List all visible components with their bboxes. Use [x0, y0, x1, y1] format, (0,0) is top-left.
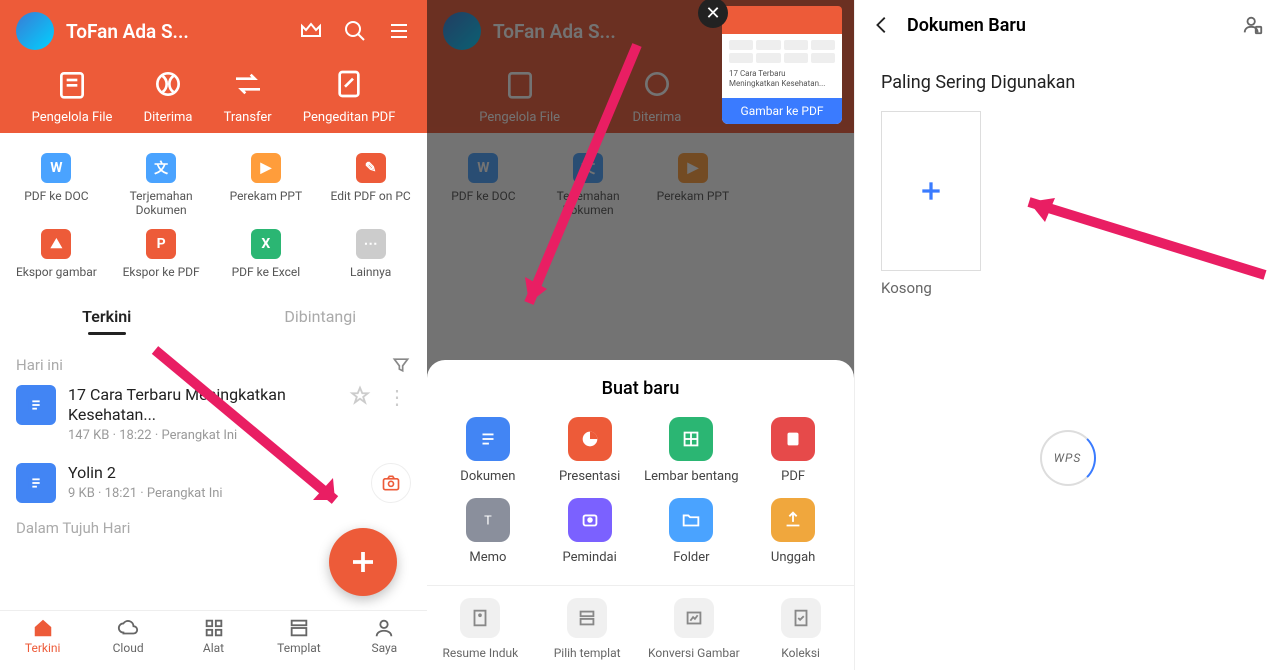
subheading-frequent: Paling Sering Digunakan [855, 50, 1280, 93]
label: Transfer [224, 110, 272, 125]
filter-icon[interactable] [391, 355, 411, 375]
conv-ppt-rec[interactable]: ▶Perekam PPT [214, 147, 319, 223]
label: Konversi Gambar [648, 646, 740, 660]
section-today: Hari ini [16, 356, 63, 374]
mini-preview: 17 Cara Terbaru Meningkatkan Kesehatan..… [722, 6, 842, 124]
label: Lainnya [350, 265, 391, 279]
label: Edit PDF on PC [331, 189, 411, 203]
create-sheet: Buat baru Dokumen Presentasi Lembar bent… [427, 360, 854, 670]
file-item[interactable]: 17 Cara Terbaru Meningkatkan Kesehatan..… [0, 375, 427, 453]
app-header: ToFan Ada S... Pengelola File Diterima T… [0, 0, 427, 133]
sheet-title: Buat baru [427, 378, 854, 399]
nav-recent[interactable]: Terkini [0, 611, 85, 670]
back-icon[interactable] [871, 14, 893, 36]
conv-export-pdf[interactable]: PEkspor ke PDF [109, 223, 214, 285]
section-week: Dalam Tujuh Hari [16, 519, 130, 537]
nav-me[interactable]: Saya [342, 611, 427, 670]
search-icon[interactable] [343, 19, 367, 43]
tab-starred[interactable]: Dibintangi [214, 293, 428, 349]
label: Diterima [144, 110, 193, 125]
label: Pengelola File [32, 110, 113, 125]
crown-icon[interactable] [299, 19, 323, 43]
blank-template-card[interactable] [881, 111, 981, 271]
label: Dokumen [460, 469, 515, 484]
nav-template[interactable]: Templat [256, 611, 341, 670]
file-title: Yolin 2 [68, 463, 359, 483]
label: PDF ke DOC [24, 189, 88, 203]
conv-export-img[interactable]: ⛰Ekspor gambar [4, 223, 109, 285]
bottom-resume[interactable]: Resume Induk [427, 598, 534, 660]
create-scanner[interactable]: Pemindai [539, 498, 641, 565]
label: Terkini [25, 641, 61, 655]
create-folder[interactable]: Folder [641, 498, 743, 565]
camera-button[interactable] [371, 463, 411, 503]
create-spreadsheet[interactable]: Lembar bentang [641, 417, 743, 484]
label: Koleksi [781, 646, 820, 660]
label: Pilih templat [554, 646, 621, 660]
label: Presentasi [559, 469, 620, 484]
label: Templat [277, 641, 321, 655]
create-pdf[interactable]: PDF [742, 417, 844, 484]
username: ToFan Ada S... [66, 20, 287, 43]
doc-icon [16, 463, 56, 503]
avatar[interactable] [16, 12, 54, 50]
conv-more[interactable]: ⋯Lainnya [318, 223, 423, 285]
page-title: Dokumen Baru [907, 15, 1228, 36]
label: Folder [673, 550, 709, 565]
tool-received[interactable]: Diterima [144, 68, 193, 125]
label: PDF [781, 469, 805, 484]
label: Resume Induk [442, 646, 518, 660]
label: Lembar bentang [644, 469, 738, 484]
tabs: Terkini Dibintangi [0, 293, 427, 349]
doc-icon [16, 385, 56, 425]
tool-file-manager[interactable]: Pengelola File [32, 68, 113, 125]
label: Alat [203, 641, 224, 655]
label: Ekspor gambar [16, 265, 97, 279]
tool-transfer[interactable]: Transfer [224, 68, 272, 125]
menu-icon[interactable] [387, 19, 411, 43]
bottom-nav: Terkini Cloud Alat Templat Saya [0, 610, 427, 670]
nav-tools[interactable]: Alat [171, 611, 256, 670]
create-upload[interactable]: Unggah [742, 498, 844, 565]
nav-cloud[interactable]: Cloud [85, 611, 170, 670]
conv-pdf-excel[interactable]: XPDF ke Excel [214, 223, 319, 285]
tab-recent[interactable]: Terkini [0, 293, 214, 349]
file-meta: 147 KB · 18:22 · Perangkat Ini [68, 428, 337, 443]
bottom-img-convert[interactable]: Konversi Gambar [641, 598, 748, 660]
profile-icon[interactable] [1242, 14, 1264, 36]
convert-grid: WPDF ke DOC 文Terjemahan Dokumen ▶Perekam… [0, 133, 427, 293]
wps-loader: WPS [1040, 430, 1096, 486]
blank-label: Kosong [881, 279, 1280, 297]
create-presentation[interactable]: Presentasi [539, 417, 641, 484]
star-icon[interactable] [349, 385, 371, 407]
bottom-collection[interactable]: Koleksi [747, 598, 854, 660]
mini-action-button[interactable]: Gambar ke PDF [722, 98, 842, 124]
file-meta: 9 KB · 18:21 · Perangkat Ini [68, 486, 359, 501]
label: Pemindai [562, 550, 616, 565]
conv-translate[interactable]: 文Terjemahan Dokumen [109, 147, 214, 223]
conv-pdf-doc[interactable]: WPDF ke DOC [4, 147, 109, 223]
label: Memo [469, 550, 506, 565]
file-title: 17 Cara Terbaru Meningkatkan Kesehatan..… [68, 385, 337, 425]
label: Unggah [771, 550, 815, 565]
label: Perekam PPT [230, 189, 303, 203]
bottom-template[interactable]: Pilih templat [534, 598, 641, 660]
tool-pdf-edit[interactable]: Pengeditan PDF [303, 68, 396, 125]
label: Saya [371, 641, 397, 655]
file-item[interactable]: Yolin 2 9 KB · 18:21 · Perangkat Ini [0, 453, 427, 513]
label: Pengeditan PDF [303, 110, 396, 125]
create-memo[interactable]: T Memo [437, 498, 539, 565]
label: PDF ke Excel [232, 265, 301, 279]
label: Ekspor ke PDF [123, 265, 200, 279]
more-icon[interactable]: ⋮ [383, 385, 411, 409]
create-document[interactable]: Dokumen [437, 417, 539, 484]
label: Terjemahan Dokumen [130, 189, 193, 217]
label: Cloud [113, 641, 144, 655]
svg-text:T: T [484, 514, 492, 529]
fab-add[interactable] [329, 528, 397, 596]
conv-editpdf-pc[interactable]: ✎Edit PDF on PC [318, 147, 423, 223]
